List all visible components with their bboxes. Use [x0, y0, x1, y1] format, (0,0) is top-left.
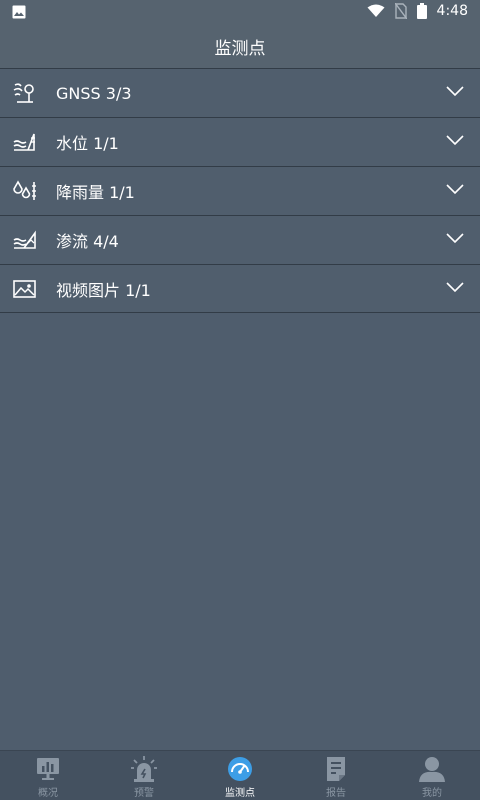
list-item-water-level[interactable]: 水位 1/1 — [0, 117, 480, 166]
tab-report[interactable]: 报告 — [288, 751, 384, 800]
wifi-icon — [367, 4, 385, 17]
list-item-label: 渗流 4/4 — [56, 232, 119, 251]
list-item-label: GNSS 3/3 — [56, 83, 132, 103]
list-item-gnss[interactable]: GNSS 3/3 — [0, 68, 480, 117]
status-bar: 4:48 — [0, 0, 480, 24]
bottom-tab-bar: 概况 预警 监测点 报告 我的 — [0, 750, 480, 800]
gauge-icon — [228, 757, 252, 781]
tab-label: 报告 — [326, 788, 346, 799]
no-sim-icon — [394, 3, 407, 19]
seepage-icon — [13, 230, 36, 249]
image-icon — [13, 280, 36, 298]
chevron-down-icon — [446, 184, 464, 195]
overview-icon — [37, 758, 59, 780]
alarm-icon — [131, 756, 157, 782]
list-item-rainfall[interactable]: 降雨量 1/1 — [0, 166, 480, 215]
tab-alarm[interactable]: 预警 — [96, 751, 192, 800]
tab-mine[interactable]: 我的 — [384, 751, 480, 800]
gallery-notification-icon — [12, 5, 26, 19]
tab-overview[interactable]: 概况 — [0, 751, 96, 800]
list-item-label: 降雨量 1/1 — [56, 183, 135, 202]
chevron-down-icon — [446, 282, 464, 293]
water-level-icon — [13, 133, 35, 151]
app-bar: 监测点 — [0, 24, 480, 68]
battery-icon — [416, 3, 427, 19]
chevron-down-icon — [446, 135, 464, 146]
list-item-video-image[interactable]: 视频图片 1/1 — [0, 264, 480, 313]
chevron-down-icon — [446, 86, 464, 97]
page-title: 监测点 — [214, 38, 266, 59]
status-time: 4:48 — [436, 3, 468, 19]
gnss-icon — [13, 83, 34, 103]
user-icon — [419, 757, 445, 782]
list-item-seepage[interactable]: 渗流 4/4 — [0, 215, 480, 264]
tab-label: 我的 — [422, 788, 442, 799]
tab-label: 概况 — [38, 788, 58, 799]
report-icon — [327, 757, 345, 781]
list-item-label: 视频图片 1/1 — [56, 280, 151, 300]
chevron-down-icon — [446, 233, 464, 244]
list-item-label: 水位 1/1 — [56, 134, 119, 153]
rainfall-icon — [13, 180, 36, 200]
tab-label: 监测点 — [225, 788, 255, 799]
tab-monitoring-points[interactable]: 监测点 — [192, 751, 288, 800]
tab-label: 预警 — [134, 788, 154, 799]
monitoring-point-list: GNSS 3/3 水位 1/1 降雨量 1/1 渗流 4/4 视频图片 1/1 — [0, 68, 480, 313]
